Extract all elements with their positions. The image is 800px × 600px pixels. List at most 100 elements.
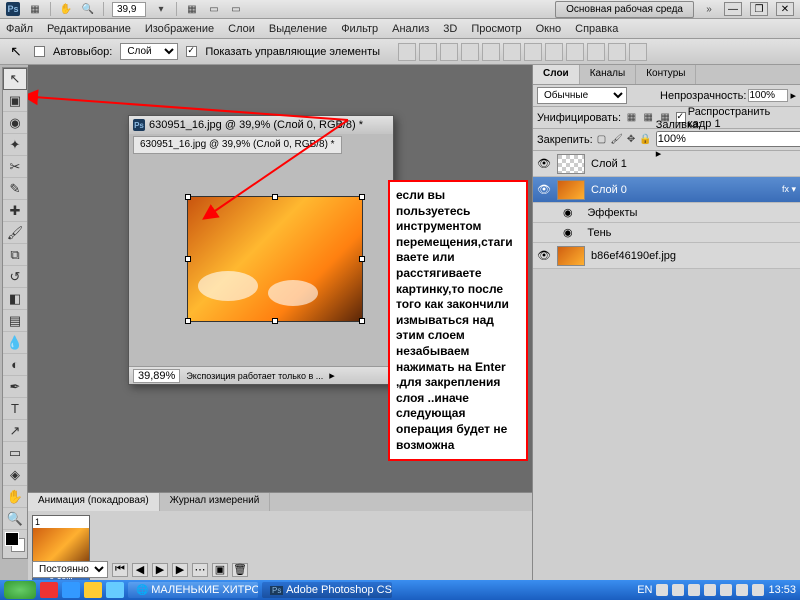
tween-icon[interactable]: ⋯ (192, 563, 208, 577)
3d-tool[interactable]: ◈ (3, 464, 27, 486)
align-icon[interactable] (503, 43, 521, 61)
tab-paths[interactable]: Контуры (636, 65, 696, 84)
menu-filter[interactable]: Фильтр (341, 23, 378, 35)
heal-tool[interactable]: ✚ (3, 200, 27, 222)
menu-view[interactable]: Просмотр (471, 23, 521, 35)
move-tool[interactable]: ↖ (3, 68, 27, 90)
gradient-tool[interactable]: ▤ (3, 310, 27, 332)
align-icon[interactable] (461, 43, 479, 61)
taskbar-item[interactable]: 🌐 МАЛЕНЬКИЕ ХИТРОС... (128, 582, 258, 598)
close-icon[interactable]: ✕ (776, 2, 794, 16)
prev-frame-icon[interactable]: ◀ (132, 563, 148, 577)
align-icon[interactable] (482, 43, 500, 61)
align-icon[interactable] (419, 43, 437, 61)
layer-row[interactable]: 👁Слой 0fx ▾ (533, 177, 800, 203)
tray-icon[interactable] (704, 584, 716, 596)
distribute-icon[interactable] (629, 43, 647, 61)
lock-pixels-icon[interactable]: 🖌 (610, 133, 623, 147)
document-titlebar[interactable]: Ps 630951_16.jpg @ 39,9% (Слой 0, RGB/8)… (129, 116, 393, 134)
next-frame-icon[interactable]: ▶ (172, 563, 188, 577)
menu-image[interactable]: Изображение (145, 23, 214, 35)
tray-icon[interactable] (736, 584, 748, 596)
lock-all-icon[interactable]: 🔒 (639, 133, 651, 147)
blend-mode-select[interactable]: Обычные (537, 87, 627, 104)
tab-measurements[interactable]: Журнал измерений (160, 493, 271, 511)
opacity-input[interactable] (748, 89, 788, 102)
restore-icon[interactable]: ❐ (750, 2, 768, 16)
blur-tool[interactable]: 💧 (3, 332, 27, 354)
visibility-icon[interactable]: 👁 (537, 249, 551, 262)
chevrons-icon[interactable]: » (702, 2, 716, 16)
start-button[interactable] (4, 581, 36, 599)
align-icon[interactable] (398, 43, 416, 61)
visibility-icon[interactable]: 👁 (537, 183, 551, 196)
visibility-icon[interactable]: 👁 (537, 157, 551, 170)
chevron-down-icon[interactable]: ▸ (656, 148, 662, 160)
shape-tool[interactable]: ▭ (3, 442, 27, 464)
layer-row[interactable]: 👁b86ef46190ef.jpg (533, 243, 800, 269)
doc-zoom-value[interactable]: 39,89% (133, 369, 180, 383)
play-icon[interactable]: ▶ (152, 563, 168, 577)
align-icon[interactable] (440, 43, 458, 61)
tray-icon[interactable] (720, 584, 732, 596)
delete-frame-icon[interactable]: 🗑 (232, 563, 248, 577)
tray-icon[interactable] (752, 584, 764, 596)
menu-window[interactable]: Окно (536, 23, 562, 35)
stamp-tool[interactable]: ⧉ (3, 244, 27, 266)
autoselect-checkbox[interactable] (34, 46, 45, 57)
workspace-button[interactable]: Основная рабочая среда (555, 1, 694, 18)
quicklaunch-icon[interactable] (40, 582, 58, 598)
color-swatches[interactable] (3, 530, 27, 558)
distribute-icon[interactable] (524, 43, 542, 61)
zoom-tool[interactable]: 🔍 (3, 508, 27, 530)
menu-analysis[interactable]: Анализ (392, 23, 429, 35)
wand-tool[interactable]: ✦ (3, 134, 27, 156)
doc-status-arrow-icon[interactable]: ▸ (329, 369, 335, 382)
chevron-down-icon[interactable]: ▸ (790, 89, 796, 102)
zoom-dropdown-icon[interactable]: ▾ (154, 2, 168, 16)
tray-icon[interactable] (672, 584, 684, 596)
marquee-tool[interactable]: ▣ (3, 90, 27, 112)
pen-tool[interactable]: ✒ (3, 376, 27, 398)
quicklaunch-icon[interactable] (62, 582, 80, 598)
menu-file[interactable]: Файл (6, 23, 33, 35)
eyedropper-tool[interactable]: ✎ (3, 178, 27, 200)
layer-effects-row[interactable]: ◉ Эффекты (533, 203, 800, 223)
first-frame-icon[interactable]: ⏮ (112, 563, 128, 577)
tray-icon[interactable] (656, 584, 668, 596)
new-frame-icon[interactable]: ▣ (212, 563, 228, 577)
zoom-icon[interactable]: 🔍 (81, 2, 95, 16)
menu-layers[interactable]: Слои (228, 23, 255, 35)
view-list-icon[interactable]: ▭ (207, 2, 221, 16)
tab-channels[interactable]: Каналы (580, 65, 637, 84)
view-grid-icon[interactable]: ▦ (185, 2, 199, 16)
distribute-icon[interactable] (545, 43, 563, 61)
autoselect-target-select[interactable]: Слой (120, 43, 178, 60)
path-tool[interactable]: ↗ (3, 420, 27, 442)
hand-tool[interactable]: ✋ (3, 486, 27, 508)
eraser-tool[interactable]: ◧ (3, 288, 27, 310)
document-tab[interactable]: 630951_16.jpg @ 39,9% (Слой 0, RGB/8) * (133, 136, 342, 154)
unify-position-icon[interactable]: ▦ (625, 111, 638, 125)
hand-icon[interactable]: ✋ (59, 2, 73, 16)
lasso-tool[interactable]: ◉ (3, 112, 27, 134)
loop-mode-select[interactable]: Постоянно (32, 561, 108, 578)
tray-icon[interactable] (688, 584, 700, 596)
fx-badge[interactable]: fx ▾ (782, 184, 796, 195)
menu-help[interactable]: Справка (575, 23, 618, 35)
distribute-icon[interactable] (566, 43, 584, 61)
tab-layers[interactable]: Слои (533, 65, 580, 84)
tab-animation[interactable]: Анимация (покадровая) (28, 493, 160, 511)
screen-mode-icon[interactable]: ▭ (229, 2, 243, 16)
distribute-icon[interactable] (608, 43, 626, 61)
bridge-icon[interactable]: ▦ (28, 2, 42, 16)
crop-tool[interactable]: ✂ (3, 156, 27, 178)
language-indicator[interactable]: EN (637, 584, 652, 596)
document-window[interactable]: Ps 630951_16.jpg @ 39,9% (Слой 0, RGB/8)… (128, 115, 394, 385)
canvas-image[interactable] (187, 196, 363, 322)
dodge-tool[interactable]: ◐ (3, 354, 27, 376)
zoom-level-input[interactable]: 39,9 (112, 2, 146, 17)
fill-input[interactable] (656, 131, 800, 147)
minimize-icon[interactable]: — (724, 2, 742, 16)
type-tool[interactable]: T (3, 398, 27, 420)
